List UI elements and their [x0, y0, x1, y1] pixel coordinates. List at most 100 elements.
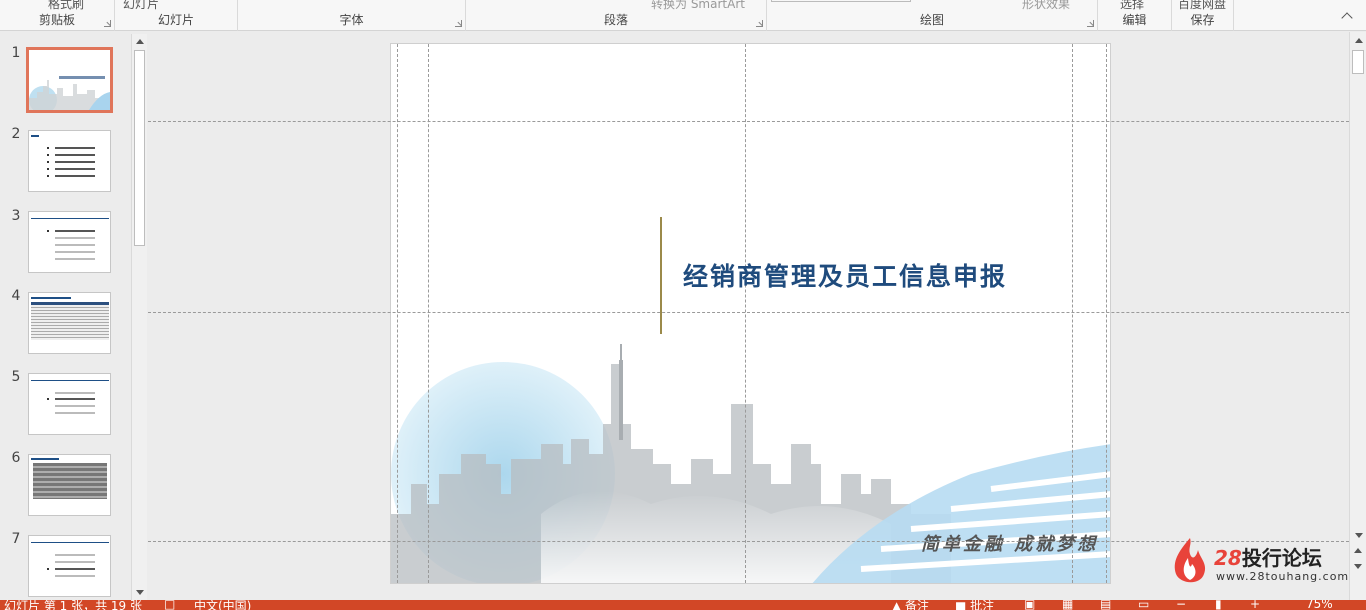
ribbon-group-drawing: 形状效果 绘图	[767, 0, 1098, 31]
next-slide-button[interactable]	[1353, 564, 1363, 574]
slide-thumbnail-7[interactable]	[28, 535, 111, 597]
slide-thumbnail-4[interactable]	[28, 292, 111, 354]
double-chevron-down-icon	[1354, 564, 1362, 569]
scroll-down-button[interactable]	[1351, 528, 1366, 543]
slide-slogan: 简单金融 成就梦想	[921, 534, 1099, 555]
ribbon-group-label: 剪贴板	[38, 13, 75, 27]
slide-thumbnail-pane: 1 2 3 4 5 6 7	[0, 32, 147, 600]
guide-horizontal[interactable]	[148, 121, 1349, 122]
comments-label: 批注	[970, 600, 995, 610]
clipboard-launcher-icon[interactable]	[104, 20, 111, 27]
zoom-in-button[interactable]: +	[1250, 600, 1260, 610]
thumbnail-number: 2	[11, 126, 21, 142]
thumb-bar	[55, 175, 95, 177]
ribbon-group-paragraph: 转换为 SmartArt 段落	[466, 0, 767, 31]
guide-vertical[interactable]	[1072, 44, 1073, 583]
language-indicator[interactable]: 中文(中国)	[194, 600, 251, 610]
previous-slide-button[interactable]	[1353, 548, 1363, 558]
watermark-title: 28投行论坛	[1214, 542, 1322, 571]
collapse-ribbon-icon[interactable]	[1342, 10, 1352, 20]
normal-view-icon[interactable]: ▣	[1024, 600, 1035, 610]
thumbnail-scrollbar[interactable]	[131, 34, 147, 600]
ribbon-group-label: 幻灯片	[157, 13, 194, 27]
ribbon-group-label: 绘图	[919, 13, 944, 27]
font-launcher-icon[interactable]	[455, 20, 462, 27]
guide-vertical[interactable]	[1106, 44, 1107, 583]
scroll-thumb[interactable]	[1352, 50, 1364, 74]
ribbon-group-font: 字体	[238, 0, 466, 31]
slide-thumbnail-5[interactable]	[28, 373, 111, 435]
guide-horizontal[interactable]	[148, 541, 1349, 542]
slideshow-icon[interactable]: ▭	[1138, 600, 1149, 610]
thumb-bar	[55, 147, 95, 149]
slide-editor[interactable]: 经销商管理及员工信息申报 简单金融 成就梦想	[148, 32, 1349, 600]
thumb-bar	[55, 392, 95, 394]
thumb-bar	[55, 575, 95, 577]
ribbon-group-label: 字体	[339, 13, 364, 27]
slide-thumbnail-2[interactable]	[28, 130, 111, 192]
editor-scrollbar[interactable]	[1349, 32, 1366, 600]
guide-vertical[interactable]	[428, 44, 429, 583]
thumb-bar	[55, 568, 95, 570]
spellcheck-icon[interactable]: □	[164, 600, 175, 610]
status-bar: 幻灯片 第 1 张，共 19 张 □ 中文(中国) ▲ 备注 ■ 批注 ▣ ▦ …	[0, 600, 1366, 610]
arrow-up-icon	[1355, 38, 1363, 43]
drawing-launcher-icon[interactable]	[1087, 20, 1094, 27]
reading-view-icon[interactable]: ▤	[1100, 600, 1111, 610]
thumbnail-number: 7	[11, 531, 21, 547]
arrow-down-icon	[136, 590, 144, 595]
guide-vertical[interactable]	[397, 44, 398, 583]
thumb-bar	[55, 554, 95, 556]
notes-button[interactable]: ▲ 备注	[892, 600, 929, 610]
zoom-out-button[interactable]: −	[1176, 600, 1186, 610]
thumb-bar	[55, 237, 95, 239]
thumbnail-number: 1	[11, 45, 21, 61]
thumb-bullet	[47, 161, 49, 163]
thumb-bar	[55, 161, 95, 163]
notes-label: 备注	[905, 600, 930, 610]
thumb-bar	[55, 412, 95, 414]
slide-title[interactable]: 经销商管理及员工信息申报	[683, 257, 1007, 293]
thumb-bullet	[47, 230, 49, 232]
site-watermark: 28投行论坛 www.28touhang.com	[1170, 536, 1348, 586]
ribbon-group-label: 保存	[1190, 13, 1215, 27]
double-chevron-up-icon	[1354, 548, 1362, 553]
ribbon-group-slides: 幻灯片 幻灯片	[115, 0, 238, 31]
thumb-heading	[31, 297, 71, 299]
slide-thumbnail-1[interactable]	[26, 47, 113, 113]
comments-button[interactable]: ■ 批注	[955, 600, 994, 610]
thumb-rule	[31, 218, 109, 219]
guide-vertical[interactable]	[745, 44, 746, 583]
thumb-bar	[55, 251, 95, 253]
ribbon-group-clipboard: 格式刷 剪贴板	[0, 0, 115, 31]
shapes-gallery[interactable]	[771, 0, 911, 2]
thumb-bar	[55, 168, 95, 170]
thumb-bullet	[47, 168, 49, 170]
slide-counter: 幻灯片 第 1 张，共 19 张	[4, 600, 142, 610]
slide-thumbnail-6[interactable]	[28, 454, 111, 516]
scroll-thumb[interactable]	[134, 50, 145, 246]
paragraph-launcher-icon[interactable]	[756, 20, 763, 27]
title-accent-bar	[660, 217, 662, 334]
slide-sorter-icon[interactable]: ▦	[1062, 600, 1073, 610]
thumb-text-block	[33, 463, 107, 499]
thumb-bar	[55, 398, 95, 400]
ribbon-group-label: 编辑	[1122, 13, 1147, 27]
thumb-table	[31, 302, 109, 340]
slide-thumbnail-3[interactable]	[28, 211, 111, 273]
arrow-down-icon	[1355, 533, 1363, 538]
scroll-up-button[interactable]	[132, 34, 147, 49]
watermark-url: www.28touhang.com	[1216, 570, 1350, 583]
scroll-up-button[interactable]	[1351, 33, 1366, 48]
zoom-level[interactable]: 75%	[1306, 600, 1333, 610]
arrow-up-icon	[136, 39, 144, 44]
flame-logo-icon	[1174, 538, 1206, 583]
current-slide[interactable]: 经销商管理及员工信息申报 简单金融 成就梦想	[390, 43, 1111, 584]
thumb-bar	[55, 561, 95, 563]
scroll-down-button[interactable]	[132, 585, 147, 600]
thumb-heading	[31, 458, 59, 460]
zoom-slider-handle[interactable]: ▮	[1215, 600, 1222, 610]
thumb-bar	[55, 154, 95, 156]
thumb-bullet	[47, 147, 49, 149]
guide-horizontal[interactable]	[148, 312, 1349, 313]
